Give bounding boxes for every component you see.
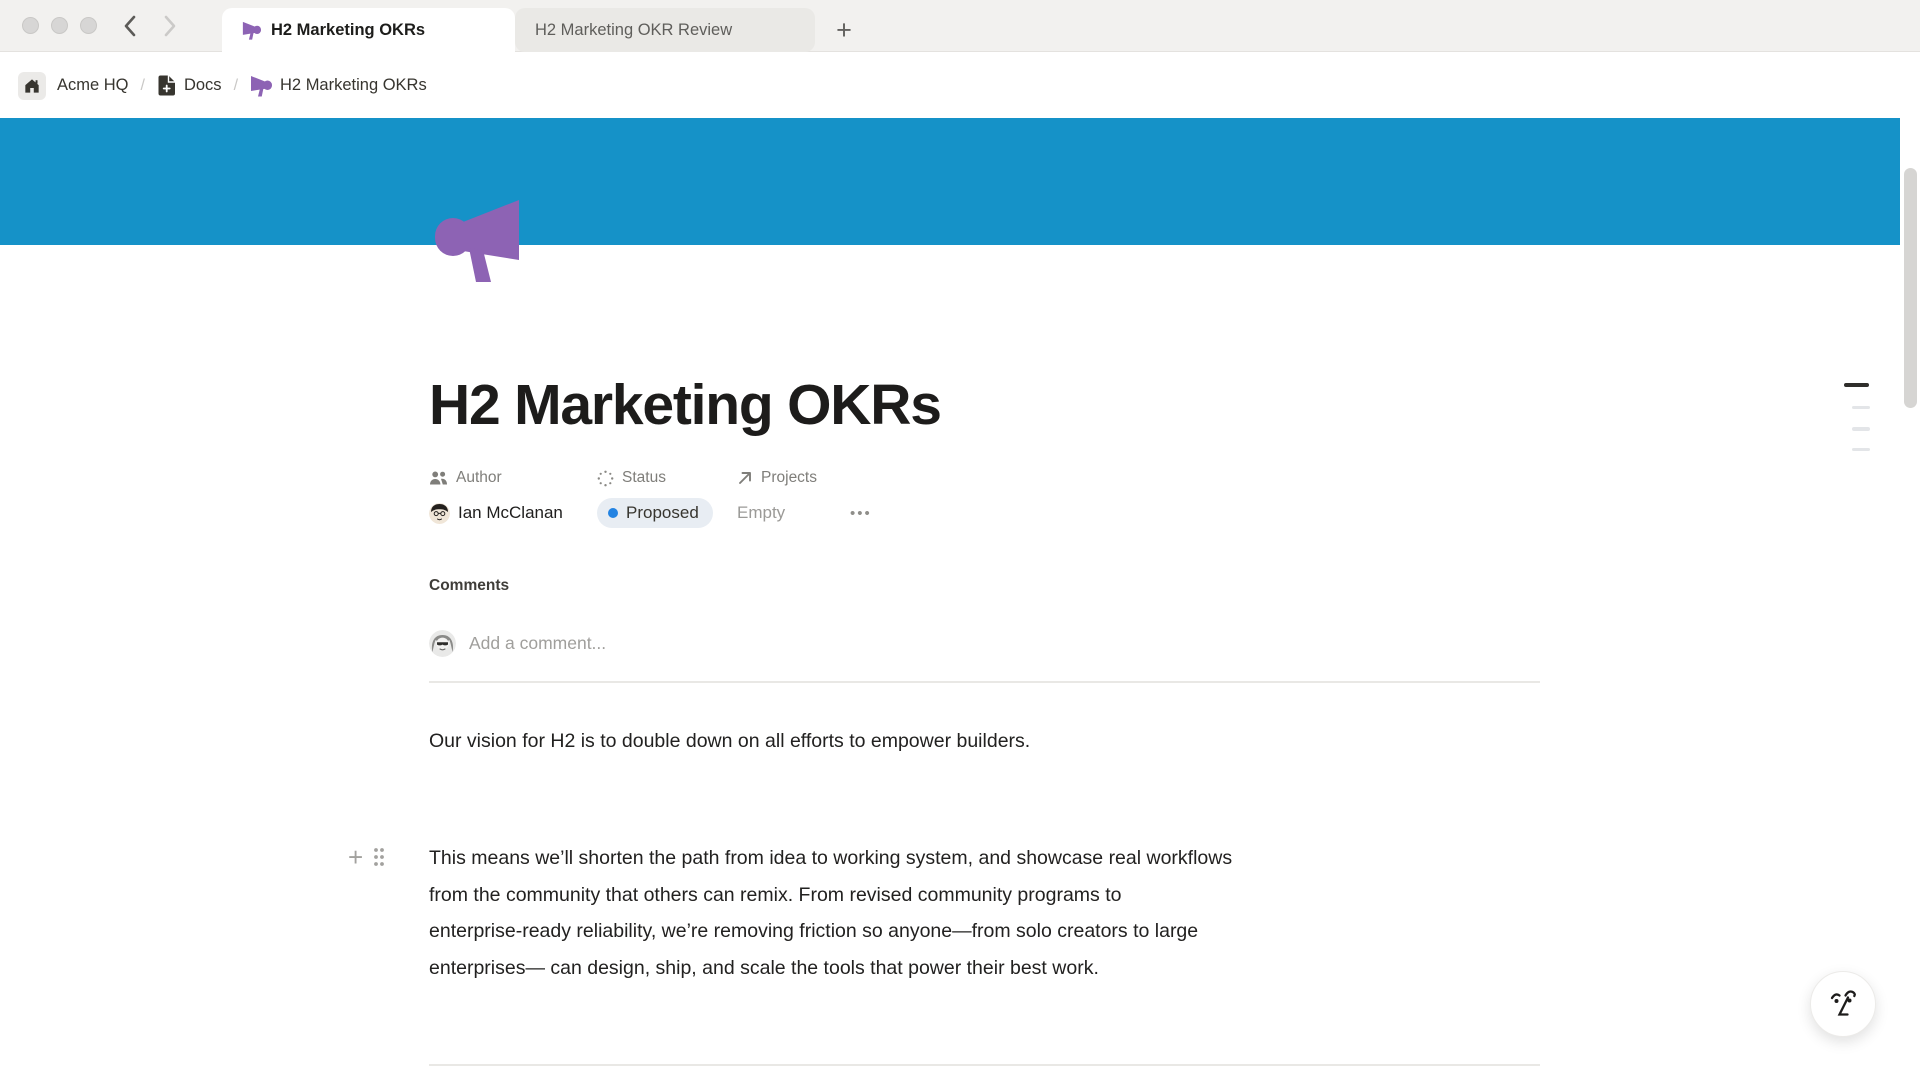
status-spinner-icon	[597, 470, 614, 487]
page-cover	[0, 118, 1900, 245]
home-icon[interactable]	[18, 72, 46, 100]
property-table: Author Status Projects	[429, 461, 1540, 531]
breadcrumb-docs[interactable]: Docs	[157, 75, 222, 96]
megaphone-icon	[242, 21, 261, 40]
table-of-contents-indicator	[1844, 383, 1870, 451]
property-projects[interactable]: Projects	[737, 469, 850, 487]
current-user-avatar	[429, 630, 456, 657]
window-close-button[interactable]	[22, 17, 39, 34]
window-controls	[22, 17, 97, 34]
paragraph-block[interactable]: + This means we’ll shorten the path from…	[429, 840, 1540, 986]
breadcrumb: Acme HQ / Docs / H2 Marketing OKRs	[18, 72, 427, 100]
paragraph-line: enterprise-ready reliability, we’re remo…	[429, 913, 1540, 950]
scrollbar-thumb[interactable]	[1904, 168, 1917, 408]
author-value[interactable]: Ian McClanan	[429, 503, 597, 524]
document-body: H2 Marketing OKRs Author Status Projects	[429, 245, 1540, 1066]
ai-assistant-button[interactable]	[1810, 971, 1876, 1037]
window-minimize-button[interactable]	[51, 17, 68, 34]
arrow-up-right-icon	[737, 470, 753, 486]
breadcrumb-workspace[interactable]: Acme HQ	[57, 76, 129, 95]
status-dot	[608, 508, 618, 518]
tab-h2-marketing-okrs[interactable]: H2 Marketing OKRs	[222, 8, 515, 52]
history-nav	[122, 0, 178, 52]
add-comment-row[interactable]: Add a comment...	[429, 617, 1540, 669]
ai-face-icon	[1825, 986, 1861, 1022]
megaphone-icon	[250, 75, 272, 97]
breadcrumb-separator: /	[233, 77, 239, 95]
breadcrumb-separator: /	[140, 77, 146, 95]
toc-line-current[interactable]	[1844, 383, 1869, 387]
people-icon	[429, 470, 448, 486]
forward-chevron-icon[interactable]	[163, 14, 178, 38]
tab-bar: H2 Marketing OKRs H2 Marketing OKR Revie…	[0, 0, 1920, 52]
breadcrumb-current-page[interactable]: H2 Marketing OKRs	[250, 75, 427, 97]
page-title[interactable]: H2 Marketing OKRs	[429, 373, 1540, 437]
property-status[interactable]: Status	[597, 469, 737, 487]
page-header: Acme HQ / Docs / H2 Marketing OKRs	[0, 53, 1920, 118]
tab-label: H2 Marketing OKR Review	[535, 21, 732, 40]
tab-h2-marketing-okr-review[interactable]: H2 Marketing OKR Review	[515, 8, 815, 52]
property-author[interactable]: Author	[429, 469, 597, 487]
paragraph-line: enterprises— can design, ship, and scale…	[429, 950, 1540, 987]
divider	[429, 1064, 1540, 1066]
status-value[interactable]: Proposed	[597, 498, 737, 528]
status-pill: Proposed	[597, 498, 713, 528]
add-comment-input[interactable]: Add a comment...	[469, 633, 606, 654]
document-icon	[157, 75, 176, 96]
comments-heading: Comments	[429, 577, 1540, 595]
block-controls: +	[348, 844, 386, 870]
paragraph-line: from the community that others can remix…	[429, 877, 1540, 914]
projects-value[interactable]: Empty	[737, 503, 850, 523]
new-tab-button[interactable]: +	[826, 12, 862, 48]
author-avatar	[429, 503, 450, 524]
add-block-button[interactable]: +	[348, 844, 363, 870]
property-more-button[interactable]: •••	[850, 505, 872, 522]
drag-handle-icon[interactable]	[372, 846, 386, 868]
author-name: Ian McClanan	[458, 503, 563, 523]
toc-line[interactable]	[1852, 448, 1870, 452]
tab-label: H2 Marketing OKRs	[271, 21, 425, 40]
toc-line[interactable]	[1852, 427, 1870, 431]
paragraph-line: This means we’ll shorten the path from i…	[429, 840, 1540, 877]
window-zoom-button[interactable]	[80, 17, 97, 34]
paragraph-block[interactable]: Our vision for H2 is to double down on a…	[429, 723, 1540, 759]
back-chevron-icon[interactable]	[122, 14, 137, 38]
divider	[429, 681, 1540, 683]
toc-line[interactable]	[1852, 406, 1870, 410]
app-window: H2 Marketing OKRs H2 Marketing OKR Revie…	[0, 0, 1920, 1080]
